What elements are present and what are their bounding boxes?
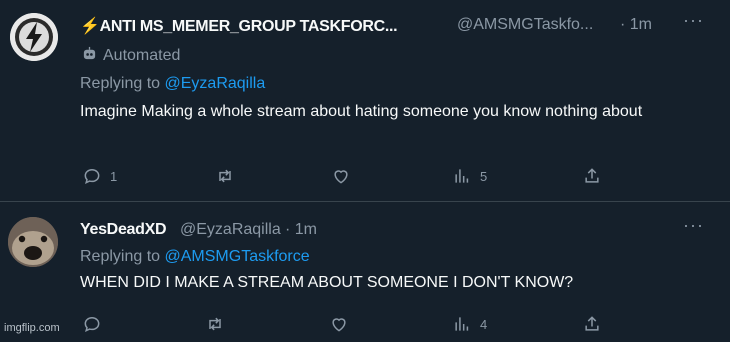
like-icon xyxy=(334,170,348,184)
tweet-text-2: WHEN DID I MAKE A STREAM ABOUT SOMEONE I… xyxy=(80,274,574,291)
display-name-2[interactable]: YesDeadXD xyxy=(80,221,167,239)
reply-count: 1 xyxy=(110,168,118,184)
toad-avatar[interactable] xyxy=(8,217,58,267)
views-count-2: 4 xyxy=(480,316,488,332)
replying-to-handle-2[interactable]: @AMSMGTaskforce xyxy=(165,248,310,265)
retweet-icon xyxy=(219,169,231,183)
share-icon xyxy=(585,316,599,331)
like-icon xyxy=(332,318,346,332)
share-icon xyxy=(585,168,599,183)
retweet-button[interactable] xyxy=(215,166,243,186)
handle[interactable]: @AMSMGTaskfo... xyxy=(457,16,593,34)
replying-to: Replying to @EyzaRaqilla xyxy=(80,75,265,93)
views-count: 5 xyxy=(480,168,488,184)
retweet-icon xyxy=(209,317,221,331)
replying-to-prefix-2: Replying to xyxy=(80,248,161,265)
reply-icon xyxy=(84,168,100,185)
handle-2[interactable]: @EyzaRaqilla xyxy=(180,221,281,239)
reply-icon xyxy=(84,316,100,333)
watermark: imgflip.com xyxy=(4,322,60,334)
views-icon xyxy=(455,169,469,183)
share-button[interactable] xyxy=(582,166,602,186)
lightning-logo-avatar[interactable] xyxy=(10,13,58,61)
timestamp-2[interactable]: · 1m xyxy=(285,221,317,239)
like-button-2[interactable] xyxy=(329,314,357,334)
more-icon[interactable]: ··· xyxy=(683,10,704,31)
more-icon[interactable]: ··· xyxy=(683,215,704,236)
like-button[interactable] xyxy=(331,166,359,186)
share-button-2[interactable] xyxy=(582,314,602,334)
views-button[interactable]: 5 xyxy=(452,166,487,186)
robot-icon xyxy=(82,46,97,66)
replying-to-handle[interactable]: @EyzaRaqilla xyxy=(165,75,266,92)
tweet-1[interactable]: ⚡ANTI MS_MEMER_GROUP TASKFORC... @AMSMGT… xyxy=(0,0,730,202)
display-name[interactable]: ⚡ANTI MS_MEMER_GROUP TASKFORC... xyxy=(80,16,398,36)
replying-to-2: Replying to @AMSMGTaskforce xyxy=(80,248,310,266)
views-button-2[interactable]: 4 xyxy=(452,314,487,334)
reply-button[interactable]: 1 xyxy=(82,166,117,186)
replying-to-prefix: Replying to xyxy=(80,75,161,92)
reply-button-2[interactable] xyxy=(82,314,110,334)
automated-badge: Automated xyxy=(82,46,180,66)
views-icon xyxy=(455,317,469,331)
timestamp[interactable]: · 1m xyxy=(620,16,652,34)
automated-label: Automated xyxy=(103,47,181,65)
tweet-text: Imagine Making a whole stream about hati… xyxy=(80,103,643,120)
retweet-button-2[interactable] xyxy=(205,314,233,334)
